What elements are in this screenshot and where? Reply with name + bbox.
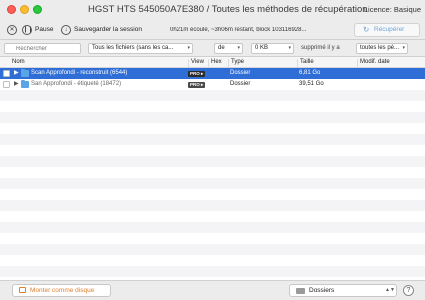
column-header-view[interactable]: View: [188, 59, 204, 67]
recover-label: Récupérer: [374, 26, 405, 33]
view-mode-value: Dossiers: [309, 287, 335, 294]
deleted-since-label: supprimé il y a: [301, 45, 340, 51]
folder-icon: [21, 68, 29, 77]
folder-icon: [296, 288, 305, 294]
table-row[interactable]: ▶ San Approfondi - étiqueté (18472) PRO …: [0, 79, 425, 90]
pro-badge[interactable]: PRO ▸: [188, 70, 206, 77]
folder-icon: [21, 79, 29, 88]
chevron-down-icon: ▾: [288, 45, 291, 51]
help-button[interactable]: ?: [403, 285, 414, 296]
empty-row: [0, 156, 425, 167]
search-input[interactable]: [4, 43, 81, 54]
size-operator-value: de: [218, 45, 225, 51]
recover-icon: ↻: [363, 25, 370, 34]
window-zoom-button[interactable]: [33, 5, 42, 14]
window-title: HGST HTS 545050A7E380 / Toutes les métho…: [88, 4, 368, 15]
column-header-hex[interactable]: Hex: [208, 59, 222, 67]
chevron-down-icon: ▾: [187, 45, 190, 51]
disclosure-triangle-icon[interactable]: ▶: [14, 80, 19, 87]
time-range-value: toutes les pé...: [360, 45, 400, 51]
empty-row: [0, 178, 425, 189]
recover-button[interactable]: ↻ Récupérer: [354, 23, 420, 37]
bottom-bar: Monter comme disque Dossiers ▲▼ ?: [0, 280, 425, 300]
view-mode-select[interactable]: Dossiers ▲▼: [289, 284, 397, 297]
row-checkbox[interactable]: [3, 70, 10, 77]
file-type-value: Tous les fichiers (sans les ca...: [92, 45, 174, 51]
size-operator-dropdown[interactable]: de ▾: [214, 43, 243, 54]
column-header-size[interactable]: Taille: [297, 59, 314, 67]
size-value: 0 KB: [255, 45, 269, 51]
row-name: San Approfondi - étiqueté (18472): [31, 81, 122, 87]
chevron-down-icon: ▾: [237, 45, 240, 51]
file-type-dropdown[interactable]: Tous les fichiers (sans les ca... ▾: [88, 43, 193, 54]
chevron-down-icon: ▲▼: [385, 287, 395, 293]
time-range-dropdown[interactable]: toutes les pé... ▾: [356, 43, 408, 54]
stop-scan-button[interactable]: ✕: [7, 25, 17, 35]
pro-badge[interactable]: PRO ▸: [188, 81, 206, 88]
disclosure-triangle-icon[interactable]: ▶: [14, 69, 19, 76]
column-header-type[interactable]: Type: [228, 59, 244, 67]
empty-row: [0, 222, 425, 233]
scan-status-text: 0h21m écoulé, ~3h06m restant, block 1031…: [170, 26, 307, 33]
table-header: Nom View Hex Type Taille Modif. date: [0, 57, 425, 68]
column-header-name[interactable]: Nom: [10, 59, 25, 67]
licence-label[interactable]: Licence: Basique: [364, 5, 421, 14]
column-header-modified[interactable]: Modif. date: [357, 59, 390, 67]
table-row[interactable]: ▶ Scan Approfondi - reconstruit (6544) P…: [0, 68, 425, 79]
file-table: ▶ Scan Approfondi - reconstruit (6544) P…: [0, 68, 425, 280]
row-type: Dossier: [230, 70, 251, 76]
pause-button[interactable]: Pause: [35, 26, 53, 33]
empty-row: [0, 266, 425, 277]
title-bar: HGST HTS 545050A7E380 / Toutes les métho…: [0, 0, 425, 20]
empty-row: [0, 244, 425, 255]
save-session-icon[interactable]: ↓: [61, 25, 71, 35]
row-name: Scan Approfondi - reconstruit (6544): [31, 70, 128, 76]
size-value-dropdown[interactable]: 0 KB ▾: [251, 43, 294, 54]
save-session-button[interactable]: Sauvegarder la session: [74, 26, 142, 33]
disk-icon: [19, 287, 26, 293]
chevron-down-icon: ▾: [402, 45, 405, 51]
row-type: Dossier: [230, 81, 251, 87]
empty-row: [0, 112, 425, 123]
empty-row: [0, 200, 425, 211]
pause-icon[interactable]: ❙❙: [22, 25, 33, 35]
filter-bar: ⚲ Tous les fichiers (sans les ca... ▾ de…: [0, 40, 425, 57]
row-size: 39,51 Go: [299, 81, 324, 87]
mount-as-disk-button[interactable]: Monter comme disque: [12, 284, 111, 297]
empty-row: [0, 134, 425, 145]
toolbar: ✕ ❙❙ Pause ↓ Sauvegarder la session 0h21…: [0, 20, 425, 40]
mount-label: Monter comme disque: [30, 287, 95, 294]
row-checkbox[interactable]: [3, 81, 10, 88]
window-minimize-button[interactable]: [20, 5, 29, 14]
empty-row: [0, 90, 425, 101]
row-size: 6,81 Go: [299, 70, 321, 76]
window-close-button[interactable]: [7, 5, 16, 14]
